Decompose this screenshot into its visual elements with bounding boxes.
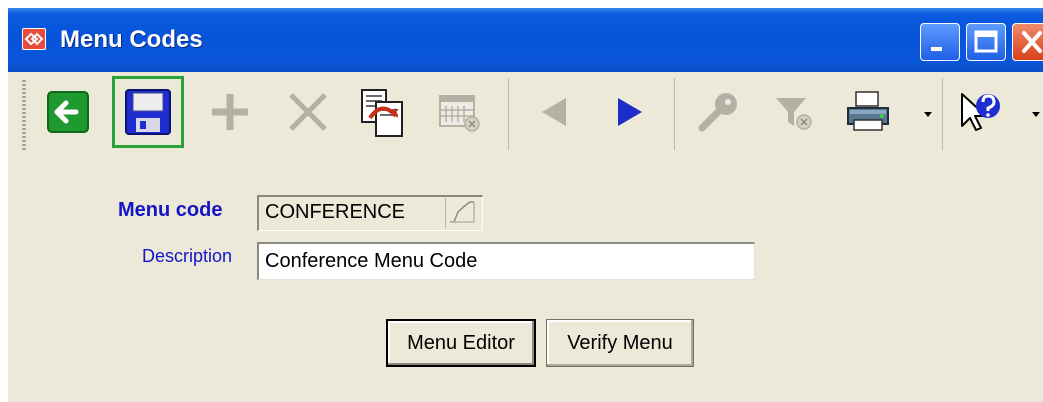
description-label: Description (142, 246, 233, 266)
search-key-icon (698, 93, 737, 132)
filter-button[interactable] (762, 82, 822, 142)
description-input[interactable] (259, 244, 754, 279)
delete-button[interactable] (278, 82, 338, 142)
description-field[interactable] (257, 242, 755, 280)
menu-code-value: CONFERENCE (265, 201, 406, 223)
copy-refresh-button[interactable] (352, 82, 412, 142)
previous-arrow-icon (542, 98, 566, 126)
add-button[interactable] (200, 82, 260, 142)
menu-code-label: Menu code (118, 199, 223, 221)
filter-icon (776, 98, 812, 130)
calendar-grid-icon (439, 95, 480, 132)
print-button[interactable] (838, 82, 898, 142)
add-plus-icon (212, 94, 248, 130)
help-dropdown-icon[interactable] (1032, 112, 1040, 117)
print-dropdown-icon[interactable] (924, 112, 932, 117)
delete-x-icon (289, 93, 327, 131)
toolbar-separator (508, 78, 510, 150)
toolbar-separator (674, 78, 676, 150)
menu-codes-window: Menu Codes Menu code CONFERENCE Descript… (8, 8, 1043, 402)
next-button[interactable] (600, 82, 660, 142)
calendar-button[interactable] (430, 82, 490, 142)
maximize-button[interactable] (966, 23, 1006, 61)
save-button[interactable] (118, 82, 178, 142)
verify-menu-button[interactable]: Verify Menu (546, 319, 694, 367)
minimize-button[interactable] (920, 23, 960, 61)
title-bar[interactable]: Menu Codes (8, 8, 1043, 72)
printer-icon (847, 91, 889, 131)
save-disk-icon (125, 89, 171, 135)
help-pointer-icon (961, 93, 1000, 131)
close-button[interactable] (1012, 23, 1043, 61)
menu-code-field[interactable]: CONFERENCE (257, 195, 483, 231)
menu-editor-button[interactable]: Menu Editor (386, 319, 536, 367)
back-button[interactable] (40, 82, 100, 142)
help-button[interactable] (950, 82, 1010, 142)
menu-code-lookup-button[interactable] (445, 198, 479, 228)
toolbar-separator (942, 78, 944, 150)
lookup-icon (450, 201, 475, 223)
app-icon (22, 28, 46, 50)
window-title: Menu Codes (60, 26, 203, 53)
toolbar-grip[interactable] (22, 80, 26, 150)
copy-refresh-icon (361, 89, 403, 137)
search-button[interactable] (688, 82, 748, 142)
menu-code-form: Menu code CONFERENCE Description Menu Ed… (8, 162, 1043, 402)
next-arrow-icon (618, 98, 642, 126)
back-arrow-icon (47, 91, 89, 133)
previous-button[interactable] (524, 82, 584, 142)
toolbar (8, 72, 1043, 162)
